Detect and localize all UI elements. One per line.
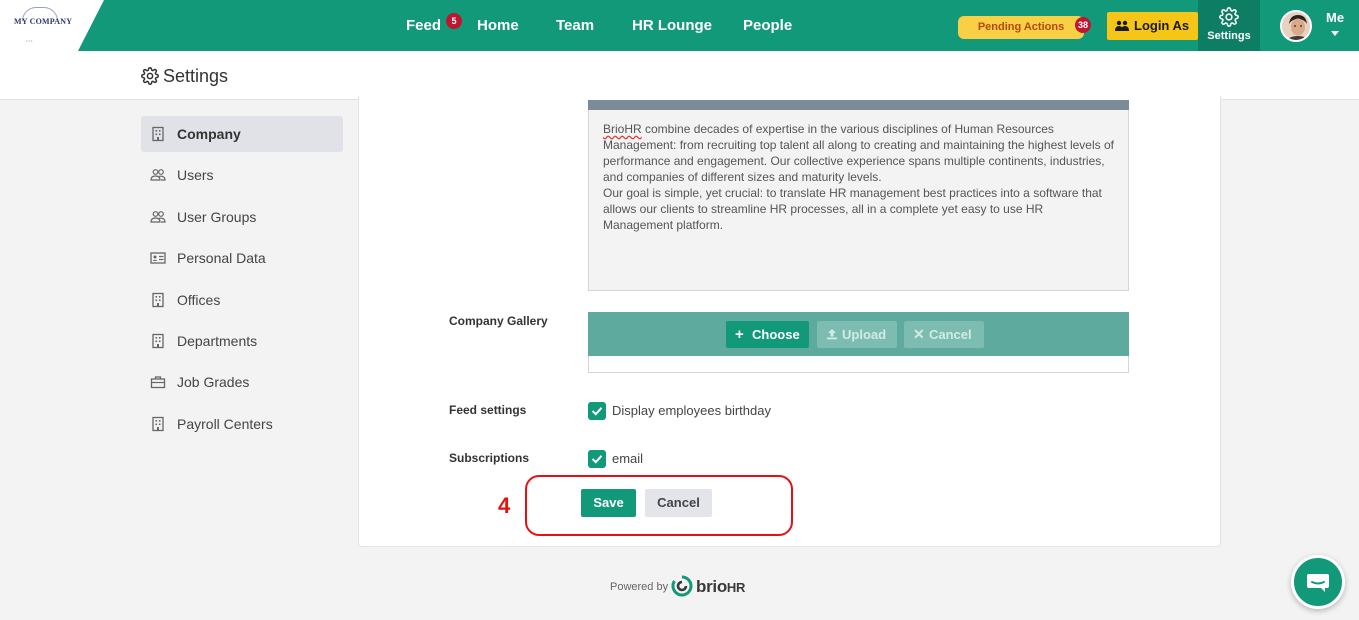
- sidebar-item-departments[interactable]: Departments: [141, 323, 343, 359]
- powered-by-label: Powered by: [610, 581, 669, 593]
- sidebar-item-job-grades[interactable]: Job Grades: [141, 364, 343, 400]
- briohr-logo-icon: [671, 575, 693, 597]
- sidebar-item-label: Company: [177, 126, 241, 142]
- sidebar-item-label: Personal Data: [177, 250, 266, 266]
- save-button[interactable]: Save: [581, 489, 636, 517]
- briefcase-icon: [150, 376, 166, 389]
- company-logo[interactable]: MY COMPANY • • •: [0, 0, 104, 51]
- nav-hr-lounge[interactable]: HR Lounge: [632, 17, 712, 34]
- upload-icon: [827, 329, 837, 340]
- building-icon: [152, 126, 164, 142]
- gear-icon: [1219, 7, 1239, 27]
- nav-feed[interactable]: Feed: [406, 17, 441, 34]
- sidebar-item-label: Users: [177, 167, 214, 183]
- feed-settings-label: Feed settings: [449, 403, 527, 417]
- users-icon: [1115, 20, 1129, 31]
- gallery-cancel-button[interactable]: ✕ Cancel: [904, 321, 984, 348]
- description-para1-text: combine decades of expertise in the vari…: [603, 122, 1114, 184]
- nav-people[interactable]: People: [743, 17, 792, 34]
- gear-icon: [141, 67, 159, 85]
- upload-label: Upload: [842, 327, 887, 342]
- top-navbar: MY COMPANY • • • Feed 5 Home Team HR Lou…: [0, 0, 1359, 51]
- sidebar-item-label: User Groups: [177, 209, 257, 225]
- pending-actions-badge: 38: [1075, 17, 1091, 33]
- brand-main: brio: [696, 577, 727, 596]
- close-icon: ✕: [913, 326, 925, 342]
- description-brand-word: BrioHR: [603, 122, 642, 136]
- briohr-wordmark[interactable]: brioHR: [696, 577, 745, 597]
- id-card-icon: [150, 252, 166, 264]
- me-menu-label[interactable]: Me: [1326, 10, 1344, 25]
- pending-actions-button[interactable]: Pending Actions: [958, 16, 1084, 39]
- chat-icon: [1307, 574, 1329, 592]
- login-as-label: Login As: [1134, 18, 1190, 33]
- description-paragraph-2: Our goal is simple, yet crucial: to tran…: [603, 186, 1102, 232]
- sidebar-item-offices[interactable]: Offices: [141, 282, 343, 318]
- sidebar-item-payroll-centers[interactable]: Payroll Centers: [141, 406, 343, 442]
- users-icon: [150, 211, 166, 223]
- avatar[interactable]: [1280, 10, 1312, 42]
- editor-toolbar: [588, 100, 1129, 110]
- brand-suffix: HR: [726, 580, 746, 595]
- sidebar-item-personal-data[interactable]: Personal Data: [141, 240, 343, 276]
- email-checkbox-label[interactable]: email: [612, 451, 643, 466]
- email-checkbox[interactable]: [588, 450, 606, 468]
- sidebar-item-company[interactable]: Company: [141, 116, 343, 152]
- login-as-button[interactable]: Login As: [1107, 12, 1198, 40]
- nav-team[interactable]: Team: [556, 17, 594, 34]
- nav-feed-label: Feed: [406, 17, 442, 34]
- choose-button[interactable]: + Choose: [726, 321, 809, 348]
- pending-actions-label: Pending Actions: [977, 21, 1065, 33]
- page-header: Settings: [0, 51, 1359, 100]
- plus-icon: +: [735, 326, 744, 343]
- gallery-dropzone[interactable]: [588, 356, 1129, 373]
- page-title: Settings: [163, 66, 229, 86]
- sidebar-item-label: Offices: [177, 292, 221, 308]
- sidebar-item-label: Job Grades: [177, 374, 250, 390]
- settings-nav-label: Settings: [1207, 30, 1251, 42]
- feed-count-badge: 5: [446, 13, 462, 29]
- gallery-cancel-label: Cancel: [929, 327, 972, 342]
- birthday-checkbox[interactable]: [588, 402, 606, 420]
- settings-nav-button[interactable]: Settings: [1198, 0, 1260, 51]
- building-icon: [152, 292, 164, 308]
- chevron-down-icon[interactable]: [1331, 31, 1339, 36]
- upload-button[interactable]: Upload: [817, 321, 897, 348]
- sidebar-item-user-groups[interactable]: User Groups: [141, 199, 343, 235]
- nav-home[interactable]: Home: [477, 17, 519, 34]
- logo-text: MY COMPANY: [14, 17, 73, 26]
- sidebar-item-users[interactable]: Users: [141, 157, 343, 193]
- chat-launcher-button[interactable]: [1291, 555, 1345, 609]
- checkmark-icon: [591, 407, 603, 416]
- checkmark-icon: [591, 455, 603, 464]
- sidebar-item-label: Payroll Centers: [177, 416, 273, 432]
- building-icon: [152, 333, 164, 349]
- cancel-button[interactable]: Cancel: [645, 489, 712, 517]
- description-paragraph-1: BrioHR combine decades of expertise in t…: [603, 121, 1114, 185]
- users-icon: [150, 169, 166, 181]
- company-gallery-label: Company Gallery: [449, 314, 548, 328]
- avatar-photo: [1282, 12, 1310, 40]
- birthday-checkbox-label[interactable]: Display employees birthday: [612, 403, 771, 418]
- choose-label: Choose: [752, 327, 800, 342]
- company-description-editor[interactable]: BrioHR combine decades of expertise in t…: [588, 110, 1129, 291]
- sidebar-item-label: Departments: [177, 333, 258, 349]
- subscriptions-label: Subscriptions: [449, 451, 530, 465]
- step-number-annotation: 4: [498, 493, 511, 518]
- logo-tagline-mark: • • •: [26, 38, 33, 43]
- building-icon: [152, 416, 164, 432]
